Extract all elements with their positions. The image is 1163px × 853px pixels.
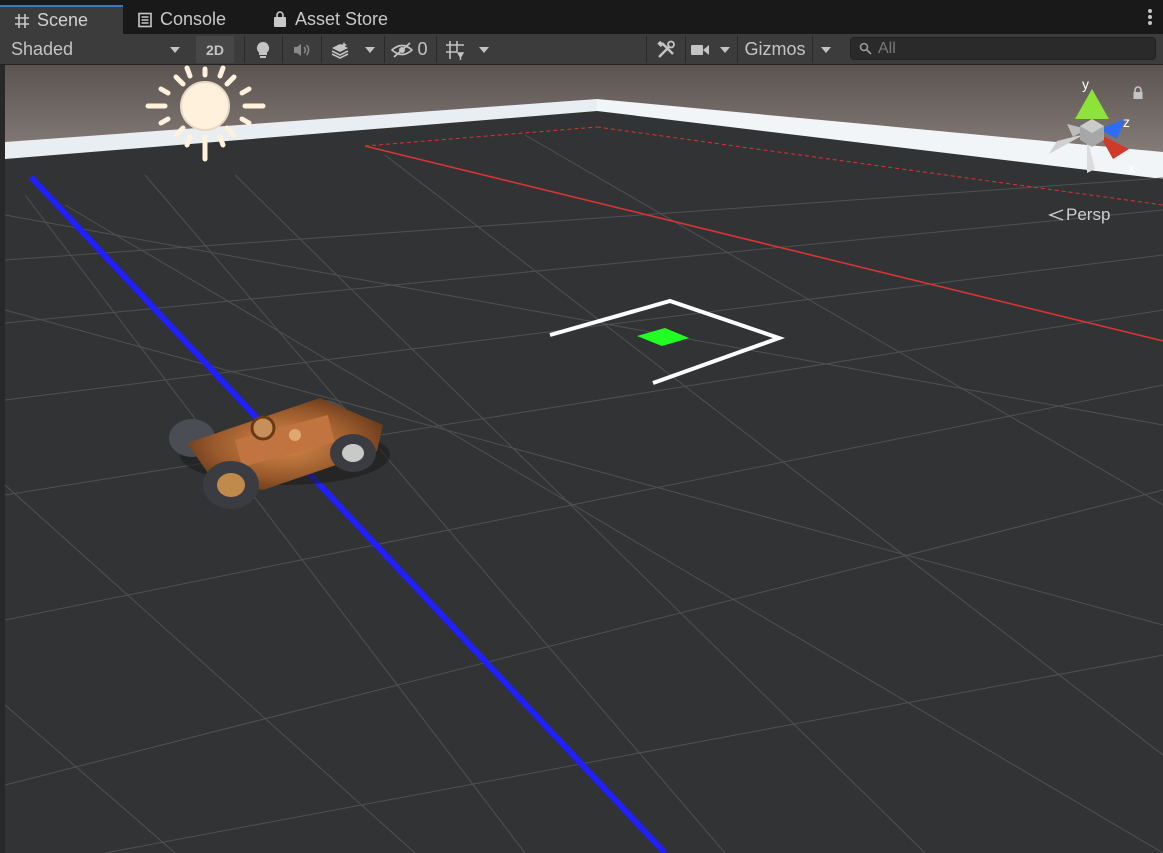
scene-viewport[interactable]: y z x Persp bbox=[5, 65, 1163, 853]
lock-icon[interactable] bbox=[1132, 86, 1144, 100]
draw-mode-label: Shaded bbox=[11, 39, 74, 59]
gizmo-x-label: x bbox=[1128, 160, 1135, 176]
chevron-down-icon bbox=[170, 46, 180, 53]
gizmos-button[interactable]: Gizmos bbox=[737, 36, 812, 63]
effects-layers-icon bbox=[331, 41, 348, 59]
audio-toggle[interactable] bbox=[282, 36, 320, 63]
lightbulb-icon bbox=[256, 41, 269, 58]
grid-snap-icon bbox=[445, 40, 464, 60]
chevron-down-icon bbox=[365, 46, 375, 53]
effects-toggle[interactable] bbox=[321, 36, 357, 63]
search-icon bbox=[859, 42, 872, 55]
scene-render bbox=[5, 65, 1163, 853]
speaker-icon bbox=[293, 43, 309, 56]
scene-visibility-toggle[interactable]: 0 bbox=[384, 36, 434, 63]
console-icon bbox=[138, 12, 152, 27]
chevron-down-icon bbox=[479, 46, 489, 53]
camera-settings-button[interactable] bbox=[685, 36, 713, 63]
tab-bar: Scene Console Asset Store bbox=[0, 0, 1163, 34]
neg-x-axis-cone[interactable] bbox=[1049, 134, 1085, 154]
chevron-down-icon bbox=[720, 46, 730, 53]
directional-light-icon[interactable] bbox=[143, 65, 267, 167]
scene-toolbar: Shaded 2D 0 Gizmos All bbox=[0, 34, 1163, 65]
grid-dropdown[interactable] bbox=[472, 36, 496, 63]
tab-asset-store[interactable]: Asset Store bbox=[258, 5, 408, 34]
orientation-gizmo[interactable]: y z x bbox=[1037, 79, 1147, 189]
gizmo-y-label: y bbox=[1082, 79, 1089, 92]
tab-scene-label: Scene bbox=[37, 10, 89, 30]
effects-dropdown[interactable] bbox=[358, 36, 382, 63]
hidden-object-count: 0 bbox=[417, 39, 428, 59]
draw-mode-dropdown[interactable]: Shaded bbox=[4, 36, 186, 63]
tools-icon bbox=[656, 40, 675, 58]
gizmos-dropdown[interactable] bbox=[812, 36, 838, 63]
tab-scene[interactable]: Scene bbox=[0, 5, 123, 34]
more-options-icon[interactable] bbox=[1147, 8, 1153, 28]
tab-asset-store-label: Asset Store bbox=[295, 9, 389, 29]
perspective-chevron-icon bbox=[1048, 209, 1064, 221]
gizmo-z-label: z bbox=[1123, 114, 1130, 130]
grid-hash-icon bbox=[15, 13, 29, 28]
search-placeholder: All bbox=[878, 39, 896, 57]
bag-icon bbox=[274, 11, 286, 27]
camera-icon bbox=[690, 44, 709, 55]
grid-snapping-toggle[interactable] bbox=[436, 36, 472, 63]
y-axis-cone[interactable] bbox=[1075, 89, 1109, 119]
projection-toggle[interactable]: Persp bbox=[1048, 205, 1110, 225]
camera-dropdown[interactable] bbox=[713, 36, 737, 63]
chevron-down-icon bbox=[820, 46, 831, 53]
projection-label: Persp bbox=[1066, 205, 1111, 224]
tab-console[interactable]: Console bbox=[123, 5, 255, 34]
tools-toggle[interactable] bbox=[646, 36, 684, 63]
hierarchy-search-field[interactable]: All bbox=[850, 37, 1156, 60]
tab-console-label: Console bbox=[160, 9, 227, 29]
lighting-toggle[interactable] bbox=[244, 36, 280, 63]
toggle-2d-button[interactable]: 2D bbox=[196, 36, 234, 63]
eye-hidden-icon bbox=[391, 41, 414, 58]
